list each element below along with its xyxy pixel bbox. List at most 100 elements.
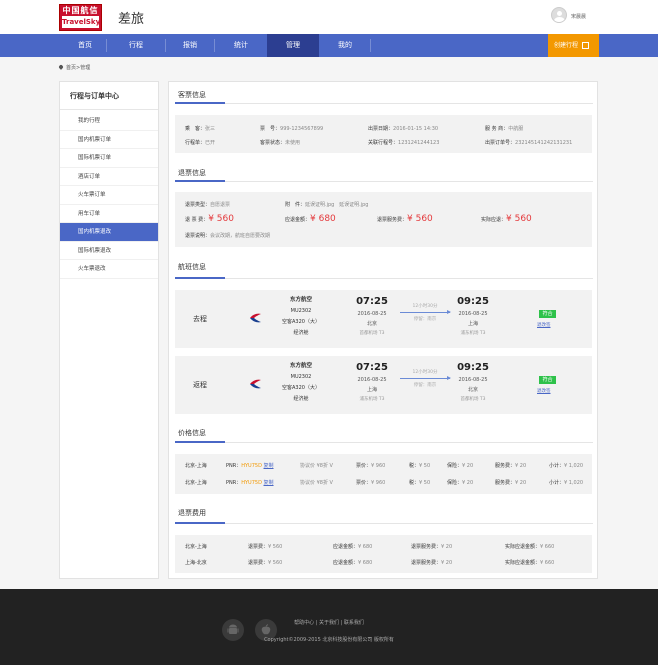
section-divider (175, 277, 593, 279)
actual-refund-label: 实际应退金额： (505, 544, 541, 550)
refund-fee-value: ¥ 560 (268, 560, 283, 566)
price-route: 北京-上海 (185, 463, 207, 469)
passenger-value: 张三 (205, 126, 216, 132)
agreement-price: 协议价 ¥8折 V (300, 463, 333, 469)
footer-link-about[interactable]: 关于我们 (319, 620, 339, 626)
sidebar-item-train-orders[interactable]: 火车票订单 (60, 186, 158, 205)
fee-route: 上海-北京 (185, 560, 207, 566)
pnr-label: PNR： (226, 463, 242, 469)
refund-service-label: 退票服务费： (411, 560, 442, 566)
attachment-link[interactable]: 延误证明.jpg (305, 202, 334, 208)
tax-label: 税： (409, 480, 420, 486)
breadcrumb: 首页>管理 (58, 64, 90, 71)
departure-info: 07:25 2016-08-25 上海 浦东机场 T3 (347, 361, 397, 405)
footer-link-help[interactable]: 帮助中心 (294, 620, 314, 626)
sidebar-item-domestic-flight-orders[interactable]: 国内机票订单 (60, 131, 158, 149)
arrival-time: 09:25 (457, 296, 489, 307)
travelsky-logo[interactable]: 中国航信 TravelSky (59, 4, 102, 31)
cabin-class: 经济舱 (293, 396, 309, 402)
departure-city: 上海 (366, 387, 377, 393)
refund-type-value: 自愿退票 (210, 202, 231, 208)
service-provider-value: 中航服 (508, 126, 524, 132)
service-fee-label: 服务费： (495, 463, 516, 469)
create-trip-button[interactable]: 创建行程 (548, 34, 599, 57)
sidebar-item-intl-refund[interactable]: 国际机票退改 (60, 242, 158, 260)
refund-due-label: 应退金额： (333, 544, 359, 550)
refund-due-label: 应退金额： (285, 217, 311, 223)
nav-stats[interactable]: 统计 (215, 34, 267, 57)
section-title-price: 价格信息 (178, 429, 206, 437)
tax-value: ¥ 50 (419, 480, 431, 486)
flight-duration: 12小时30分 停留：南京 (400, 303, 451, 322)
sidebar-item-hotel-orders[interactable]: 酒店订单 (60, 168, 158, 186)
policy-compliant-badge: 符合 (539, 310, 556, 318)
fare-value: ¥ 960 (371, 480, 386, 486)
departure-city: 北京 (366, 321, 377, 327)
subtotal-value: ¥ 1,020 (564, 480, 584, 486)
airline-info: 东方航空 MU2302 空客A320（大） 经济舱 (281, 361, 321, 405)
username[interactable]: 宋晨晨 (571, 13, 586, 20)
airline-info: 东方航空 MU2302 空客A320（大） 经济舱 (281, 295, 321, 339)
trip-direction: 返程 (193, 381, 207, 389)
china-eastern-logo-icon (250, 313, 261, 323)
nav-manage[interactable]: 管理 (267, 34, 319, 57)
itinerary-label: 行程单： (185, 140, 206, 146)
copyright: Copyright©2009-2015 北京科技股份有限公司 版权所有 (264, 637, 394, 643)
sidebar-item-car-orders[interactable]: 用车订单 (60, 205, 158, 223)
actual-refund-label: 实际应退： (481, 217, 507, 223)
tax-value: ¥ 50 (419, 463, 431, 469)
ticket-status-value: 未使用 (285, 140, 301, 146)
aircraft-type: 空客A320（大） (282, 385, 320, 391)
copy-pnr-link[interactable]: 复制 (264, 463, 274, 469)
china-eastern-logo-icon (250, 379, 261, 389)
departure-date: 2016-08-25 (357, 377, 387, 383)
location-pin-icon (58, 64, 64, 70)
footer-link-contact[interactable]: 联系我们 (344, 620, 364, 626)
refund-note-label: 退票说明： (185, 233, 211, 239)
price-route: 北京-上海 (185, 480, 207, 486)
route-arrow-icon (400, 310, 451, 314)
flight-number: MU2302 (290, 374, 312, 380)
arrival-date: 2016-08-25 (458, 311, 488, 317)
flight-card-return: 返程 东方航空 MU2302 空客A320（大） 经济舱 07:25 2016-… (175, 356, 592, 414)
sidebar-item-train-refund[interactable]: 火车票退改 (60, 260, 158, 279)
attachment-label: 附 件： (285, 202, 306, 208)
avatar[interactable] (551, 7, 567, 23)
refund-fee-value: ¥ 560 (268, 544, 283, 550)
sidebar-item-intl-flight-orders[interactable]: 国际机票订单 (60, 149, 158, 168)
service-provider-label: 服 务 商： (485, 126, 509, 132)
sidebar: 行程与订单中心 我的行程 国内机票订单 国际机票订单 酒店订单 火车票订单 用车… (59, 81, 159, 579)
fare-value: ¥ 960 (371, 463, 386, 469)
refund-fee-panel: 北京-上海 退票费：¥ 560 应退金额：¥ 680 退票服务费：¥ 20 实际… (175, 535, 592, 573)
app-title: 差旅 (118, 12, 145, 27)
attachment-link[interactable]: 延误证明.jpg (339, 202, 368, 208)
arrival-date: 2016-08-25 (458, 377, 488, 383)
copy-pnr-link[interactable]: 复制 (264, 480, 274, 486)
logo-cn: 中国航信 (62, 6, 99, 15)
section-divider (175, 441, 593, 443)
nav-reimburse[interactable]: 报销 (166, 34, 214, 57)
insurance-label: 保险： (447, 463, 463, 469)
stopover-text: 停留：南京 (413, 317, 437, 322)
service-fee-label: 服务费： (495, 480, 516, 486)
service-fee-value: ¥ 20 (515, 480, 527, 486)
itinerary-value: 已开 (205, 140, 216, 146)
nav-trips[interactable]: 行程 (107, 34, 165, 57)
refund-due-value: ¥ 680 (358, 560, 373, 566)
sidebar-item-my-trips[interactable]: 我的行程 (60, 112, 158, 131)
ticket-label: 票 号： (260, 126, 281, 132)
flight-number: MU2302 (290, 308, 312, 314)
breadcrumb-text[interactable]: 首页>管理 (66, 65, 90, 71)
agreement-price: 协议价 ¥8折 V (300, 480, 333, 486)
sidebar-item-domestic-refund[interactable]: 国内机票退改 (60, 223, 158, 242)
refund-rules-link[interactable]: 退改签 (537, 388, 551, 394)
flight-duration: 12小时30分 停留：南京 (400, 369, 451, 388)
fee-route: 北京-上海 (185, 544, 207, 550)
insurance-label: 保险： (447, 480, 463, 486)
refund-rules-link[interactable]: 退改签 (537, 322, 551, 328)
nav-mine[interactable]: 我的 (320, 34, 370, 57)
nav-divider (370, 39, 371, 52)
refund-fee-label: 退票费： (248, 544, 269, 550)
duration-text: 12小时30分 (412, 304, 438, 309)
nav-home[interactable]: 首页 (64, 34, 106, 57)
